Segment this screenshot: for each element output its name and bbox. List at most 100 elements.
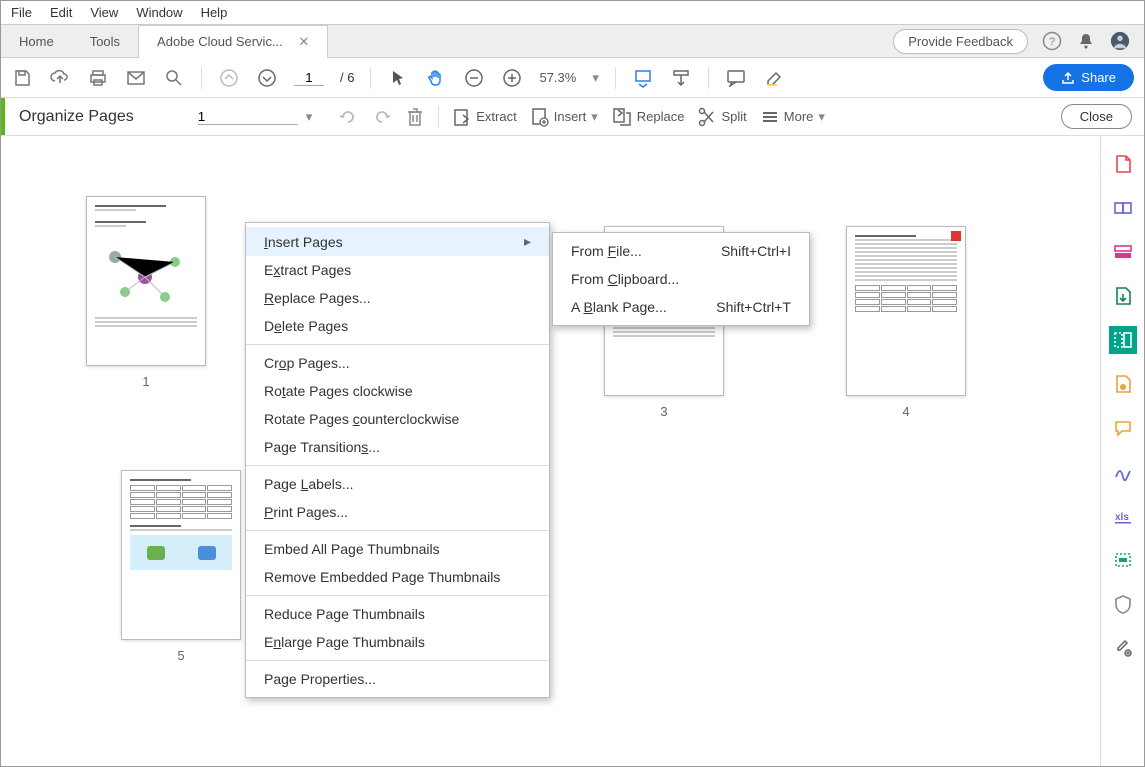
zoom-dropdown-icon[interactable]: ▾ [592,70,599,86]
zoom-out-icon[interactable] [463,67,485,89]
rail-xls-icon[interactable]: xls [1109,502,1137,530]
submenu-blank-shortcut: Shift+Ctrl+T [716,299,791,315]
page-canvas[interactable]: 1 3 4 [1,136,1100,766]
insert-button[interactable]: Insert ▾ [531,107,598,127]
page-thumbnail-3-label: 3 [660,404,667,419]
share-label: Share [1081,70,1116,85]
organize-page-dropdown-icon[interactable]: ▾ [306,109,313,125]
menu-help[interactable]: Help [201,5,228,20]
context-replace-pages[interactable]: Replace Pages... [246,284,549,312]
svg-text:xls: xls [1115,512,1129,523]
rail-edit-pdf-icon[interactable] [1109,238,1137,266]
page-number-input[interactable] [294,70,324,86]
menu-window[interactable]: Window [136,5,182,20]
share-icon [1061,71,1075,85]
submenu-from-file[interactable]: From File... Shift+Ctrl+I [553,237,809,265]
close-organize-button[interactable]: Close [1061,104,1132,129]
tab-document[interactable]: Adobe Cloud Servic... ✕ [138,25,328,58]
rail-comment-tool-icon[interactable] [1109,414,1137,442]
insert-submenu: From File... Shift+Ctrl+I From Clipboard… [552,232,810,326]
menu-view[interactable]: View [90,5,118,20]
page-up-icon[interactable] [218,67,240,89]
page-thumbnail-1-label: 1 [142,374,149,389]
rail-more-tools-icon[interactable] [1109,634,1137,662]
rail-export-pdf-icon[interactable] [1109,282,1137,310]
organize-accent-bar [1,98,5,135]
context-insert-pages[interactable]: Insert Pages▸ [246,227,549,256]
organize-title: Organize Pages [19,108,134,126]
main-area: 1 3 4 [1,136,1144,766]
context-crop-pages[interactable]: Crop Pages... [246,349,549,377]
account-avatar[interactable] [1110,31,1130,51]
hand-tool-icon[interactable] [425,67,447,89]
context-delete-pages[interactable]: Delete Pages [246,312,549,340]
page-thumbnail-4[interactable]: 4 [846,226,966,419]
organize-page-input[interactable] [198,109,298,125]
print-icon[interactable] [87,67,109,89]
menu-edit[interactable]: Edit [50,5,72,20]
provide-feedback-button[interactable]: Provide Feedback [893,29,1028,54]
more-dropdown-icon: ▾ [818,109,825,125]
page-thumbnail-5[interactable]: 5 [121,470,241,663]
context-menu: Insert Pages▸ Extract Pages Replace Page… [245,222,550,698]
page-thumbnail-1[interactable]: 1 [86,196,206,389]
rail-combine-icon[interactable] [1109,194,1137,222]
replace-label: Replace [637,109,685,124]
selection-tool-icon[interactable] [387,67,409,89]
submenu-blank-page[interactable]: A Blank Page... Shift+Ctrl+T [553,293,809,321]
more-icon [761,108,779,126]
split-label: Split [721,109,746,124]
page-down-icon[interactable] [256,67,278,89]
highlight-icon[interactable] [763,67,785,89]
save-icon[interactable] [11,67,33,89]
tab-home[interactable]: Home [1,26,72,57]
rotate-left-icon[interactable] [338,107,358,127]
more-button[interactable]: More ▾ [761,108,825,126]
email-icon[interactable] [125,67,147,89]
comment-icon[interactable] [725,67,747,89]
zoom-level-label[interactable]: 57.3% [539,70,576,85]
context-print-pages[interactable]: Print Pages... [246,498,549,526]
split-button[interactable]: Split [698,107,746,127]
extract-button[interactable]: Extract [453,107,516,127]
rail-protect-icon[interactable] [1109,590,1137,618]
replace-button[interactable]: Replace [612,107,685,127]
context-rotate-cw[interactable]: Rotate Pages clockwise [246,377,549,405]
context-transitions[interactable]: Page Transitions... [246,433,549,461]
share-button[interactable]: Share [1043,64,1134,91]
rail-compress-icon[interactable] [1109,370,1137,398]
delete-icon[interactable] [406,107,424,127]
svg-text:?: ? [1049,36,1055,48]
fit-width-icon[interactable] [632,67,654,89]
search-icon[interactable] [163,67,185,89]
cloud-upload-icon[interactable] [49,67,71,89]
page-total-label: / 6 [340,70,354,85]
rail-redact-icon[interactable] [1109,546,1137,574]
context-page-properties[interactable]: Page Properties... [246,665,549,693]
context-extract-pages[interactable]: Extract Pages [246,256,549,284]
insert-dropdown-icon: ▾ [591,109,598,125]
tab-tools[interactable]: Tools [72,26,138,57]
rail-organize-icon[interactable] [1109,326,1137,354]
context-page-labels[interactable]: Page Labels... [246,470,549,498]
rail-fill-sign-icon[interactable] [1109,458,1137,486]
submenu-from-file-shortcut: Shift+Ctrl+I [721,243,791,259]
context-enlarge-thumbs[interactable]: Enlarge Page Thumbnails [246,628,549,656]
help-icon[interactable]: ? [1042,31,1062,51]
rail-create-pdf-icon[interactable] [1109,150,1137,178]
insert-icon [531,107,549,127]
page-thumbnail-5-label: 5 [177,648,184,663]
extract-label: Extract [476,109,516,124]
context-embed-thumbs[interactable]: Embed All Page Thumbnails [246,535,549,563]
right-rail: xls [1100,136,1144,766]
zoom-in-icon[interactable] [501,67,523,89]
context-remove-embed-thumbs[interactable]: Remove Embedded Page Thumbnails [246,563,549,591]
menu-file[interactable]: File [11,5,32,20]
context-rotate-ccw[interactable]: Rotate Pages counterclockwise [246,405,549,433]
rotate-right-icon[interactable] [372,107,392,127]
close-tab-icon[interactable]: ✕ [298,34,309,49]
notifications-icon[interactable] [1076,31,1096,51]
submenu-from-clipboard[interactable]: From Clipboard... [553,265,809,293]
context-reduce-thumbs[interactable]: Reduce Page Thumbnails [246,600,549,628]
read-mode-icon[interactable] [670,67,692,89]
